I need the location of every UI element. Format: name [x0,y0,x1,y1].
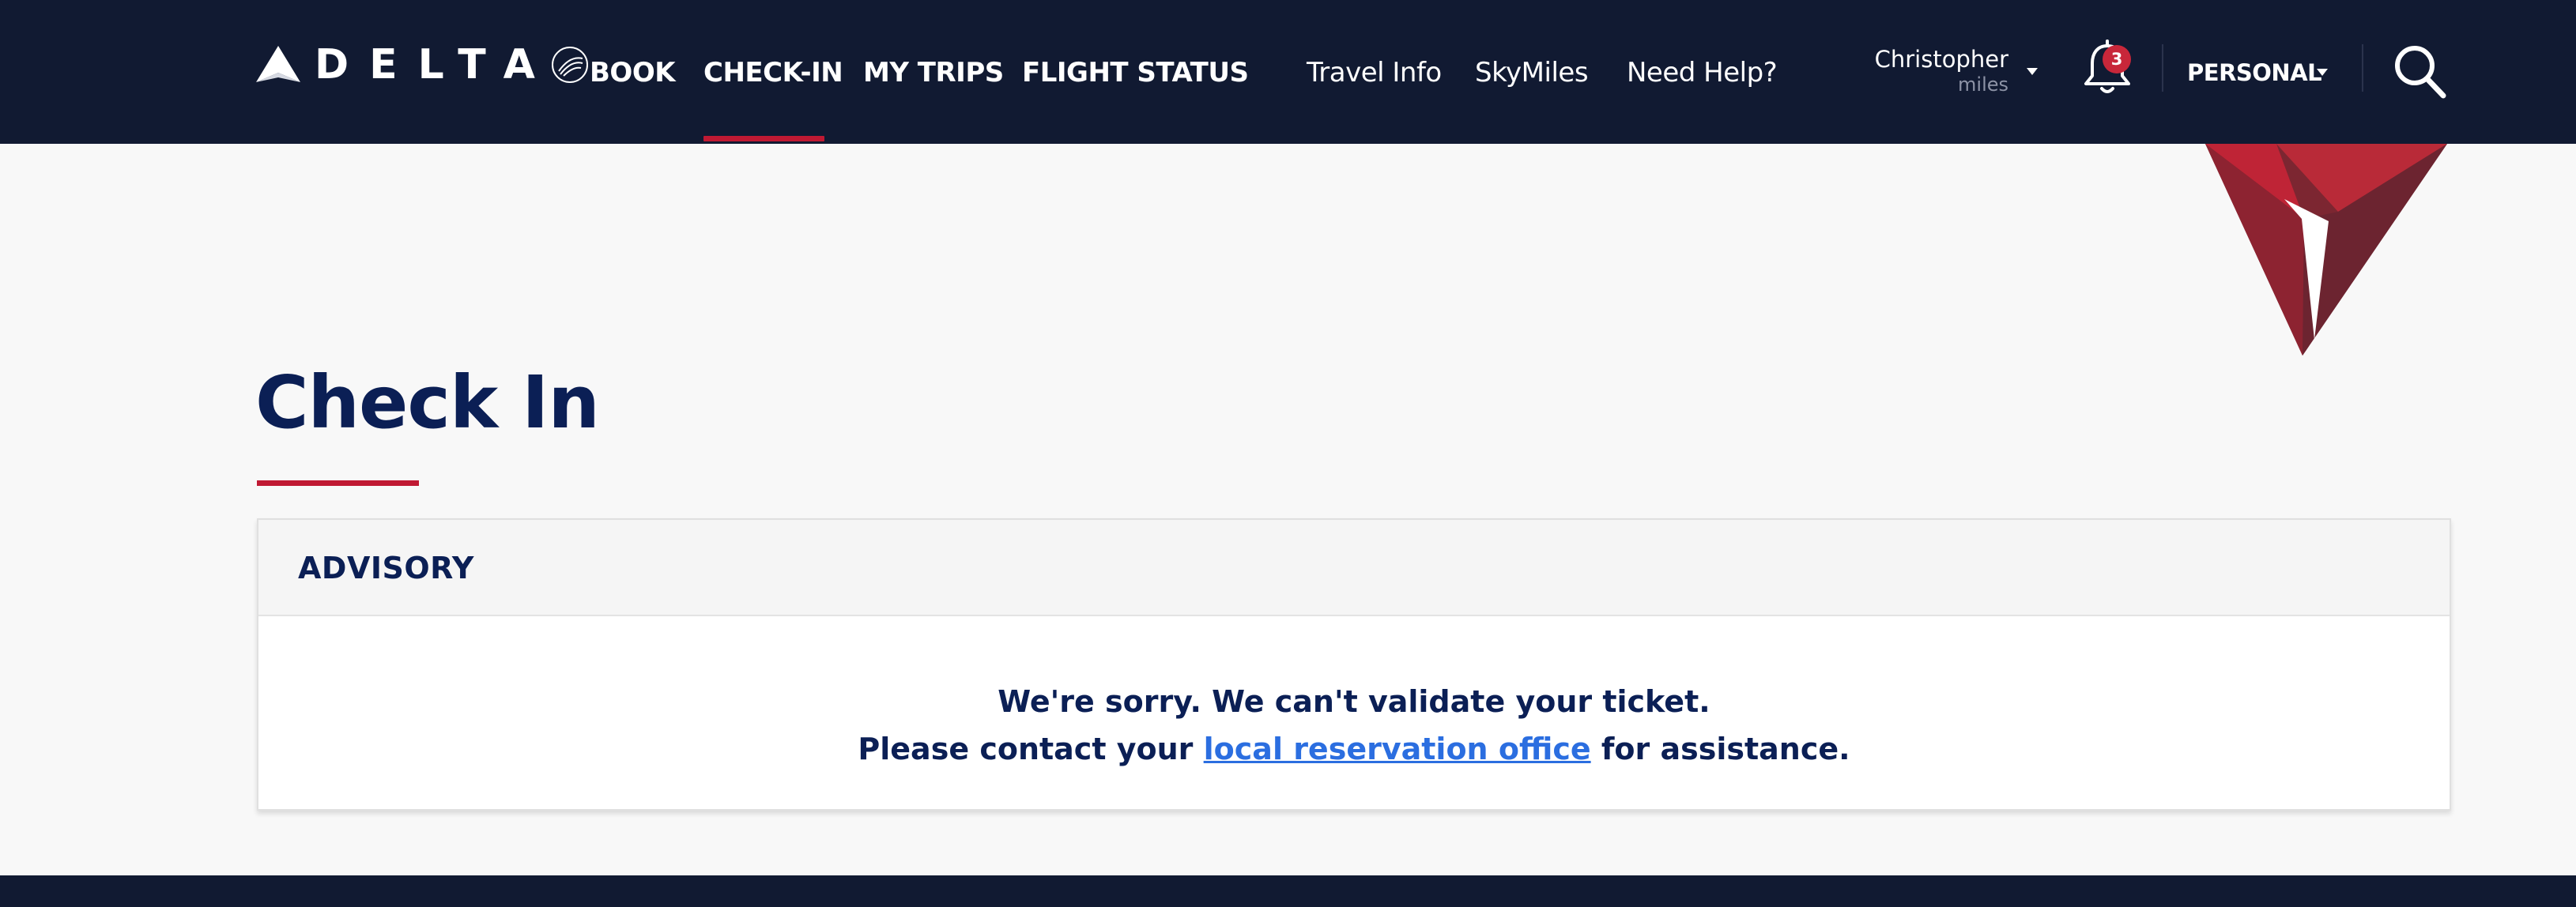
advisory-message-line2: Please contact your local reservation of… [258,727,2450,771]
chevron-down-icon [2317,69,2328,76]
nav-travel-info[interactable]: Travel Info [1307,55,1442,90]
footer-bar [0,875,2576,907]
skyteam-seal-icon [551,47,588,83]
account-type-selector[interactable]: PERSONAL [2187,55,2328,90]
nav-need-help[interactable]: Need Help? [1627,55,1778,90]
reservation-office-link[interactable]: local reservation office [1204,732,1591,766]
advisory-message-line1: We're sorry. We can't validate your tick… [998,684,1710,719]
account-type-label: PERSONAL [2187,59,2322,86]
logo-wordmark: DELTA [315,41,556,88]
user-account-menu[interactable]: Christopher miles [1874,44,2043,100]
delta-widget-icon [256,46,300,82]
search-icon[interactable] [2393,43,2448,100]
title-underline [257,480,419,486]
advisory-header: ADVISORY [258,520,2450,616]
user-miles-label: miles [1958,73,2008,96]
top-navigation-bar: DELTA BOOK CHECK-IN MY TRIPS FLIGHT STAT… [0,0,2576,144]
notification-count-badge: 3 [2103,45,2131,73]
header-divider [2162,44,2163,92]
header-divider [2362,44,2363,92]
advisory-message-suffix: for assistance. [1590,732,1850,766]
user-name: Christopher [1874,46,2008,73]
advisory-heading: ADVISORY [298,551,474,585]
nav-flight-status[interactable]: FLIGHT STATUS [1022,55,1249,90]
delta-widget-decoration [2205,144,2447,356]
advisory-card: ADVISORY We're sorry. We can't validate … [257,518,2451,811]
nav-skymiles[interactable]: SkyMiles [1475,55,1589,90]
chevron-down-icon [2027,68,2038,75]
advisory-message-prefix: Please contact your [858,732,1204,766]
active-nav-indicator [703,136,824,141]
nav-check-in[interactable]: CHECK-IN [703,55,843,90]
nav-my-trips[interactable]: MY TRIPS [863,55,1004,90]
page-title: Check In [255,360,600,445]
nav-book[interactable]: BOOK [590,55,676,90]
delta-logo[interactable]: DELTA [256,44,590,85]
